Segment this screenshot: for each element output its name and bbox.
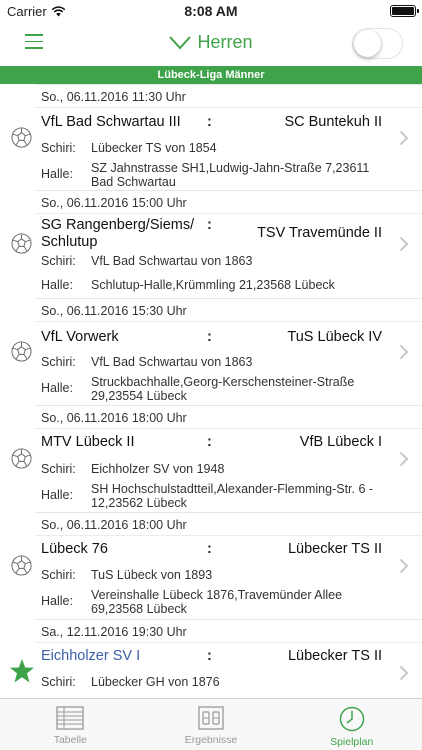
referee-label: Schiri: [41,355,76,369]
hall-label: Halle: [41,167,73,181]
tab-label: Spielplan [330,736,374,748]
hall-label: Halle: [41,488,73,502]
referee-value: VfL Bad Schwartau von 1863 [91,355,253,369]
hall-value: Schlutup-Halle,Krümmling 21,23568 Lübeck [91,278,335,292]
toggle-knob [354,30,381,57]
handball-icon [11,555,32,576]
tab-label: Tabelle [53,734,87,746]
chevron-right-icon [399,665,409,681]
handball-icon [11,233,32,254]
away-team: Lübecker TS II [287,648,382,664]
referee-value: Lübecker GH von 1876 [91,675,220,689]
tab-ergebnisse[interactable]: Ergebnisse [141,699,282,750]
referee-label: Schiri: [41,254,76,268]
tab-bar: Tabelle Ergebnisse Spielplan [0,698,422,750]
home-team: VfL Vorwerk [41,329,119,345]
hall-value: SZ Jahnstrasse SH1,Ludwig-Jahn-Straße 7,… [91,161,370,189]
favorite-star-icon [10,659,34,683]
hall-value: Struckbachhalle,Georg-Kerschensteiner-St… [91,375,355,403]
clock-icon [339,706,364,732]
chevron-right-icon [399,451,409,467]
filter-toggle[interactable] [352,28,403,59]
referee-value: VfL Bad Schwartau von 1863 [91,254,253,268]
match-separator: : [207,648,212,664]
hall-label: Halle: [41,278,73,292]
referee-value: Eichholzer SV von 1948 [91,462,225,476]
handball-icon [11,127,32,148]
page-title: Herren [197,32,253,52]
chevron-right-icon [399,344,409,360]
tab-spielplan[interactable]: Spielplan [281,699,422,750]
referee-label: Schiri: [41,568,76,582]
away-team: SC Buntekuh II [284,114,382,130]
referee-label: Schiri: [41,462,76,476]
status-bar: Carrier 8:08 AM [0,0,422,22]
away-team: VfB Lübeck I [299,434,382,450]
clock-time: 8:08 AM [184,3,238,19]
referee-value: TuS Lübeck von 1893 [91,568,213,582]
hall-value: Vereinshalle Lübeck 1876,Travemünder All… [91,588,343,616]
match-separator: : [207,329,212,345]
scoreboard-icon [198,706,224,730]
chevron-right-icon [399,558,409,574]
referee-value: Lübecker TS von 1854 [91,141,217,155]
tab-label: Ergebnisse [184,734,238,746]
handball-icon [11,448,32,469]
hall-value: SH Hochschulstadtteil,Alexander-Flemming… [91,482,374,510]
home-team: SG Rangenberg/Siems/ Schlutup [41,217,195,250]
match-date: Sa., 12.11.2016 19:30 Uhr [35,619,422,643]
match-date: So., 06.11.2016 18:00 Uhr [35,512,422,536]
home-team: Lübeck 76 [41,541,108,557]
home-team: VfL Bad Schwartau III [41,114,181,130]
match-date: So., 06.11.2016 15:00 Uhr [35,190,422,214]
hall-label: Halle: [41,381,73,395]
home-team: MTV Lübeck II [41,434,135,450]
away-team: Lübecker TS II [287,541,382,557]
home-team: Eichholzer SV I [41,648,141,664]
match-date: So., 06.11.2016 18:00 Uhr [35,405,422,429]
tab-tabelle[interactable]: Tabelle [0,699,141,750]
chevron-right-icon [399,236,409,252]
match-date: So., 06.11.2016 15:30 Uhr [35,298,422,322]
chevron-right-icon [399,130,409,146]
hall-label: Halle: [41,594,73,608]
battery-icon [390,5,419,17]
league-header: Lübeck-Liga Männer [0,66,422,84]
table-icon [56,706,84,730]
match-list[interactable]: So., 06.11.2016 11:30 Uhr VfL Bad Schwar… [0,84,422,698]
handball-icon [11,341,32,362]
referee-label: Schiri: [41,675,76,689]
match-separator: : [207,114,212,130]
match-separator: : [207,217,212,233]
away-team: TSV Travemünde II [257,225,382,241]
away-team: TuS Lübeck IV [287,329,382,345]
match-separator: : [207,434,212,450]
referee-label: Schiri: [41,141,76,155]
chevron-down-icon [169,35,192,49]
match-separator: : [207,541,212,557]
match-date: So., 06.11.2016 11:30 Uhr [35,84,422,108]
navigation-bar: Herren [0,22,422,66]
